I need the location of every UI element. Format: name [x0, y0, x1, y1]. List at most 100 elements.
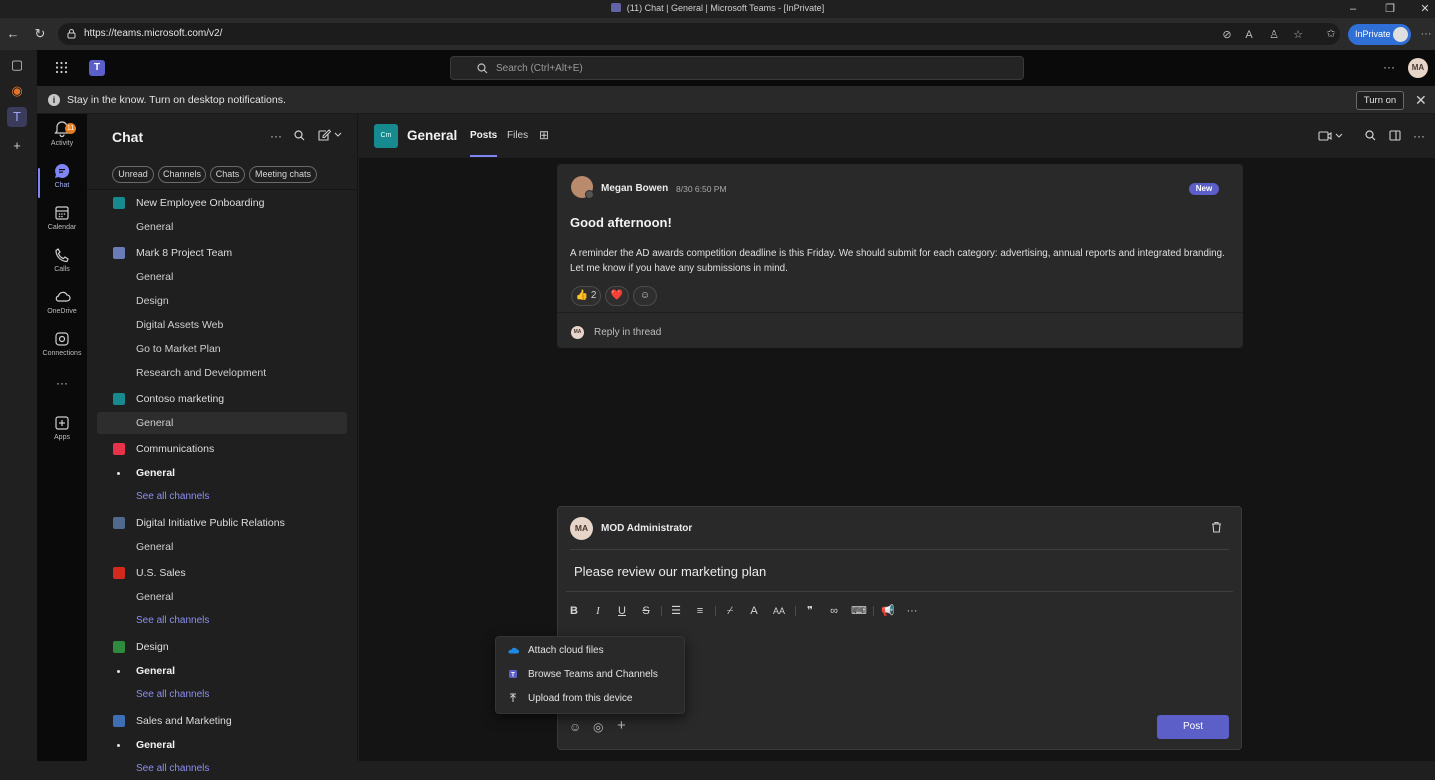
channel-row[interactable]: Research and Development: [97, 362, 347, 384]
search-icon[interactable]: [294, 130, 305, 141]
channel-row[interactable]: General: [97, 216, 347, 238]
favorites-icon[interactable]: ✩: [1324, 27, 1338, 41]
reaction-like[interactable]: 👍 2: [571, 286, 601, 306]
team-row[interactable]: Communications: [97, 438, 347, 460]
underline-button[interactable]: U: [616, 604, 628, 618]
appbar-chat[interactable]: Chat: [37, 162, 87, 204]
filter-chats[interactable]: Chats: [210, 166, 245, 183]
teams-tab-icon[interactable]: T: [7, 107, 27, 127]
see-all-channels-link[interactable]: See all channels: [97, 610, 347, 632]
emoji-icon[interactable]: ☺: [569, 720, 581, 734]
reaction-heart[interactable]: ❤️: [605, 286, 629, 306]
see-all-channels-link[interactable]: See all channels: [97, 684, 347, 706]
font-color-icon[interactable]: A: [747, 604, 761, 618]
font-size-icon[interactable]: AA: [771, 604, 787, 618]
appbar-calendar[interactable]: Calendar: [37, 204, 87, 246]
filter-channels[interactable]: Channels: [158, 166, 206, 183]
numbered-list-icon[interactable]: ≡: [693, 604, 707, 618]
read-aloud-icon[interactable]: A: [1242, 28, 1256, 42]
strikethrough-button[interactable]: S: [640, 604, 652, 618]
bold-button[interactable]: B: [568, 604, 580, 618]
channel-row[interactable]: General: [97, 266, 347, 288]
appbar-connections[interactable]: Connections: [37, 330, 87, 372]
appbar-activity[interactable]: 11 Activity: [37, 120, 87, 162]
link-icon[interactable]: ∞: [827, 604, 841, 618]
refresh-icon[interactable]: ↻: [32, 26, 48, 42]
team-row[interactable]: Design: [97, 636, 347, 658]
minimize-icon[interactable]: –: [1346, 2, 1360, 16]
channel-info-icon[interactable]: [1389, 130, 1401, 141]
message-input[interactable]: Please review our marketing plan: [574, 564, 766, 579]
channel-row[interactable]: General: [97, 660, 347, 682]
profile-guard-icon[interactable]: ♙: [1267, 28, 1281, 42]
see-all-channels-link[interactable]: See all channels: [97, 486, 347, 508]
user-avatar[interactable]: MA: [1408, 58, 1428, 78]
close-window-icon[interactable]: ✕: [1418, 2, 1432, 16]
team-row[interactable]: New Employee Onboarding: [97, 192, 347, 214]
code-icon[interactable]: ⌨: [851, 604, 867, 618]
new-chat-icon[interactable]: [318, 129, 343, 141]
team-row[interactable]: Digital Initiative Public Relations: [97, 512, 347, 534]
italic-button[interactable]: I: [592, 604, 604, 618]
add-tab-icon[interactable]: ⊞: [539, 128, 549, 142]
tab-actions-icon[interactable]: ▢: [9, 57, 25, 73]
channel-row[interactable]: General: [97, 734, 347, 756]
more-apps-icon[interactable]: ···: [37, 376, 87, 392]
more-formatting-icon[interactable]: ···: [905, 604, 919, 618]
loop-icon[interactable]: ◎: [593, 720, 603, 734]
highlight-icon[interactable]: ⌿: [723, 604, 737, 618]
search-input[interactable]: Search (Ctrl+Alt+E): [450, 56, 1024, 80]
more-options-icon[interactable]: ···: [1413, 129, 1425, 143]
team-row[interactable]: Sales and Marketing: [97, 710, 347, 732]
reply-in-thread-link[interactable]: Reply in thread: [594, 327, 661, 338]
post-timestamp: 8/30 6:50 PM: [676, 184, 727, 194]
post-author[interactable]: Megan Bowen: [601, 183, 668, 194]
post-button[interactable]: Post: [1157, 715, 1229, 739]
copilot-icon[interactable]: ◉: [9, 83, 25, 99]
team-row[interactable]: Mark 8 Project Team: [97, 242, 347, 264]
search-icon[interactable]: [1365, 130, 1376, 141]
menu-item-upload-device[interactable]: Upload from this device: [496, 686, 686, 710]
close-icon[interactable]: ✕: [1415, 92, 1427, 109]
channel-row[interactable]: Design: [97, 290, 347, 312]
app-launcher-icon[interactable]: [55, 61, 68, 74]
tab-files[interactable]: Files: [507, 130, 528, 141]
menu-item-attach-cloud-files[interactable]: Attach cloud files: [496, 638, 686, 662]
team-row[interactable]: U.S. Sales: [97, 562, 347, 584]
browser-menu-icon[interactable]: ···: [1419, 27, 1433, 41]
team-row[interactable]: Contoso marketing: [97, 388, 347, 410]
channel-row[interactable]: General: [97, 412, 347, 434]
bulleted-list-icon[interactable]: ☰: [669, 604, 683, 618]
channel-row[interactable]: General: [97, 586, 347, 608]
filter-unread[interactable]: Unread: [112, 166, 154, 183]
appbar-apps[interactable]: Apps: [37, 414, 87, 456]
see-all-channels-link[interactable]: See all channels: [97, 758, 347, 780]
restore-icon[interactable]: ❐: [1383, 2, 1397, 16]
address-bar[interactable]: https://teams.microsoft.com/v2/ ⊘ A ♙ ☆: [58, 23, 1340, 45]
favorite-star-icon[interactable]: ☆: [1291, 28, 1305, 42]
settings-more-icon[interactable]: ···: [1383, 60, 1395, 74]
appbar-calls[interactable]: Calls: [37, 246, 87, 288]
new-tab-icon[interactable]: +: [9, 138, 25, 154]
channel-row[interactable]: Go to Market Plan: [97, 338, 347, 360]
appbar-label: OneDrive: [47, 308, 77, 315]
add-reaction-button[interactable]: ☺: [633, 286, 657, 306]
announcement-icon[interactable]: 📢: [881, 604, 895, 618]
channel-row[interactable]: General: [97, 536, 347, 558]
author-avatar[interactable]: [571, 176, 594, 199]
back-icon[interactable]: ←: [5, 26, 21, 42]
channel-row[interactable]: General: [97, 462, 347, 484]
appbar-onedrive[interactable]: OneDrive: [37, 288, 87, 330]
more-options-icon[interactable]: ···: [270, 129, 282, 143]
channel-row[interactable]: Digital Assets Web: [97, 314, 347, 336]
video-call-icon[interactable]: [1318, 131, 1343, 141]
tab-posts[interactable]: Posts: [470, 130, 498, 157]
menu-item-browse-teams[interactable]: T Browse Teams and Channels: [496, 662, 686, 686]
turn-on-button[interactable]: Turn on: [1356, 91, 1404, 110]
inprivate-button[interactable]: InPrivate: [1348, 24, 1411, 45]
filter-meeting-chats[interactable]: Meeting chats: [249, 166, 317, 183]
quote-icon[interactable]: ❞: [803, 604, 817, 618]
delete-icon[interactable]: [1211, 521, 1222, 533]
attach-plus-icon[interactable]: +: [617, 717, 626, 734]
tracking-prevention-icon[interactable]: ⊘: [1220, 28, 1234, 42]
